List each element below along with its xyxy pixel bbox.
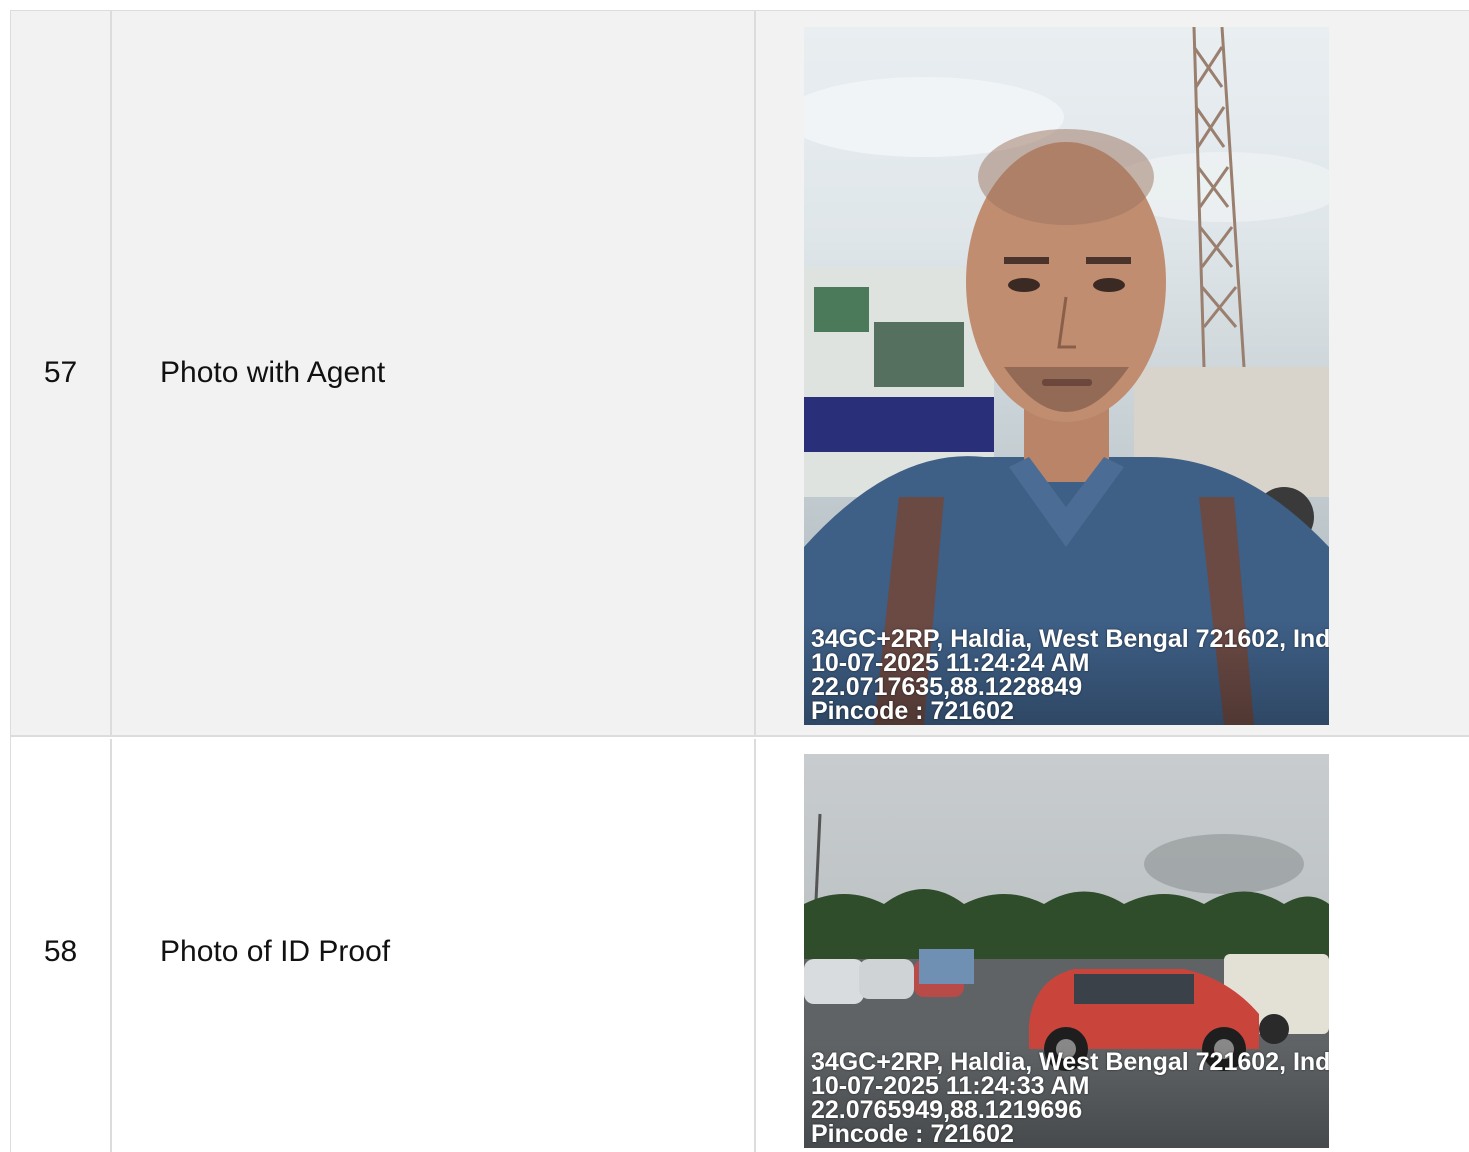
photo-geotag-caption: 34GC+2RP, Haldia, West Bengal 721602, In… — [811, 627, 1329, 723]
row-number: 58 — [11, 739, 112, 1152]
caption-datetime: 10-07-2025 11:24:33 AM — [811, 1072, 1090, 1100]
table-row: 57 Photo with Agent 34GC+2RP, Haldia, We… — [11, 11, 1469, 737]
row-number: 57 — [11, 11, 112, 735]
caption-datetime: 10-07-2025 11:24:24 AM — [811, 649, 1090, 677]
caption-coordinates: 22.0717635,88.1228849 — [811, 673, 1083, 701]
caption-address: 34GC+2RP, Haldia, West Bengal 721602, In… — [811, 627, 1329, 653]
id-proof-photo[interactable]: 34GC+2RP, Haldia, West Bengal 721602, In… — [804, 754, 1329, 1148]
caption-coordinates: 22.0765949,88.1219696 — [811, 1096, 1083, 1124]
photo-geotag-caption: 34GC+2RP, Haldia, West Bengal 721602, In… — [811, 1050, 1329, 1146]
caption-address: 34GC+2RP, Haldia, West Bengal 721602, In… — [811, 1050, 1329, 1076]
caption-pincode: Pincode : 721602 — [811, 697, 1014, 724]
agent-photo[interactable]: 34GC+2RP, Haldia, West Bengal 721602, In… — [804, 27, 1329, 725]
row-label: Photo with Agent — [112, 11, 756, 735]
row-label: Photo of ID Proof — [112, 739, 756, 1152]
table-row: 58 Photo of ID Proof 34GC+2RP, Haldia, W… — [11, 739, 1469, 1152]
photo-cell: 34GC+2RP, Haldia, West Bengal 721602, In… — [756, 11, 1469, 735]
photo-cell: 34GC+2RP, Haldia, West Bengal 721602, In… — [756, 739, 1469, 1152]
caption-pincode: Pincode : 721602 — [811, 1120, 1014, 1147]
photo-evidence-table: 57 Photo with Agent 34GC+2RP, Haldia, We… — [10, 10, 1469, 1152]
